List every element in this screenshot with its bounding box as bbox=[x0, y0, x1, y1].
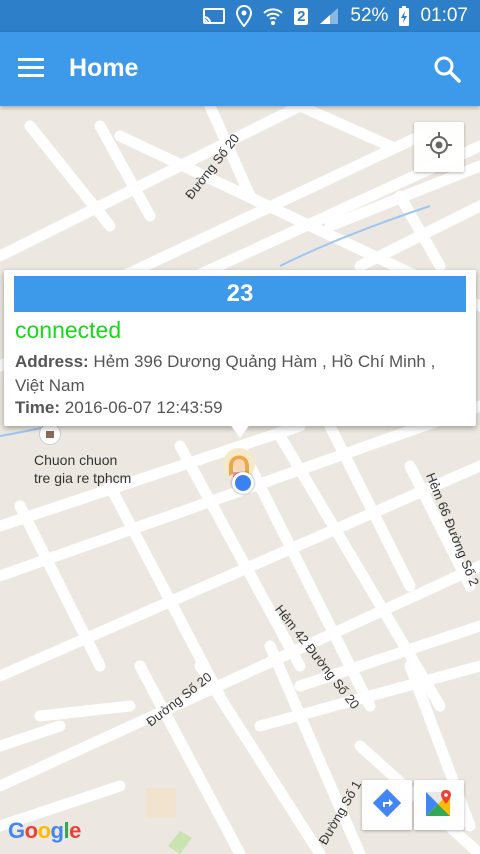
poi-label[interactable]: Chuon chuon tre gia re tphcm bbox=[34, 451, 131, 487]
directions-icon bbox=[372, 788, 402, 823]
app-bar: Home bbox=[0, 32, 480, 106]
google-logo: Google bbox=[8, 818, 81, 844]
map-view[interactable]: Đường Số 20 Hẻm 66 Đường Số 2 Hẻm 42 Đườ… bbox=[0, 106, 480, 854]
my-location-icon bbox=[425, 131, 453, 164]
location-pin-icon bbox=[236, 5, 253, 27]
menu-icon[interactable] bbox=[18, 56, 46, 80]
current-location-dot bbox=[232, 472, 254, 494]
clock: 01:07 bbox=[420, 5, 468, 26]
cast-icon bbox=[202, 6, 226, 26]
address-label: Address: bbox=[15, 352, 89, 371]
sim-indicator: 2 bbox=[294, 7, 309, 25]
wifi-icon bbox=[262, 5, 284, 27]
status-bar: 2 52% 01:07 bbox=[0, 0, 480, 32]
battery-percent: 52% bbox=[350, 5, 389, 26]
address-line: Address: Hẻm 396 Dương Quảng Hàm , Hồ Ch… bbox=[15, 350, 465, 398]
directions-button[interactable] bbox=[362, 780, 412, 830]
poi-line-1: Chuon chuon bbox=[34, 452, 118, 468]
connection-status: connected bbox=[15, 317, 122, 343]
time-line: Time: 2016-06-07 12:43:59 bbox=[15, 398, 223, 418]
logo-letter: g bbox=[50, 818, 64, 843]
time-value: 2016-06-07 12:43:59 bbox=[64, 398, 223, 417]
battery-charging-icon bbox=[398, 5, 410, 27]
search-icon[interactable] bbox=[432, 54, 462, 84]
logo-letter: e bbox=[69, 818, 81, 843]
signal-icon bbox=[318, 6, 340, 26]
shop-icon[interactable] bbox=[40, 424, 60, 444]
open-in-maps-button[interactable] bbox=[414, 780, 464, 830]
logo-letter: o bbox=[24, 818, 38, 843]
device-id: 23 bbox=[14, 276, 466, 312]
time-label: Time: bbox=[15, 398, 61, 417]
logo-letter: G bbox=[8, 818, 25, 843]
logo-letter: o bbox=[37, 818, 51, 843]
info-window-pointer bbox=[230, 424, 250, 438]
google-maps-icon bbox=[424, 788, 454, 823]
my-location-button[interactable] bbox=[414, 122, 464, 172]
marker-info-window[interactable]: 23 connected Address: Hẻm 396 Dương Quản… bbox=[4, 270, 476, 438]
poi-line-2: tre gia re tphcm bbox=[34, 470, 132, 486]
page-title: Home bbox=[69, 54, 139, 82]
